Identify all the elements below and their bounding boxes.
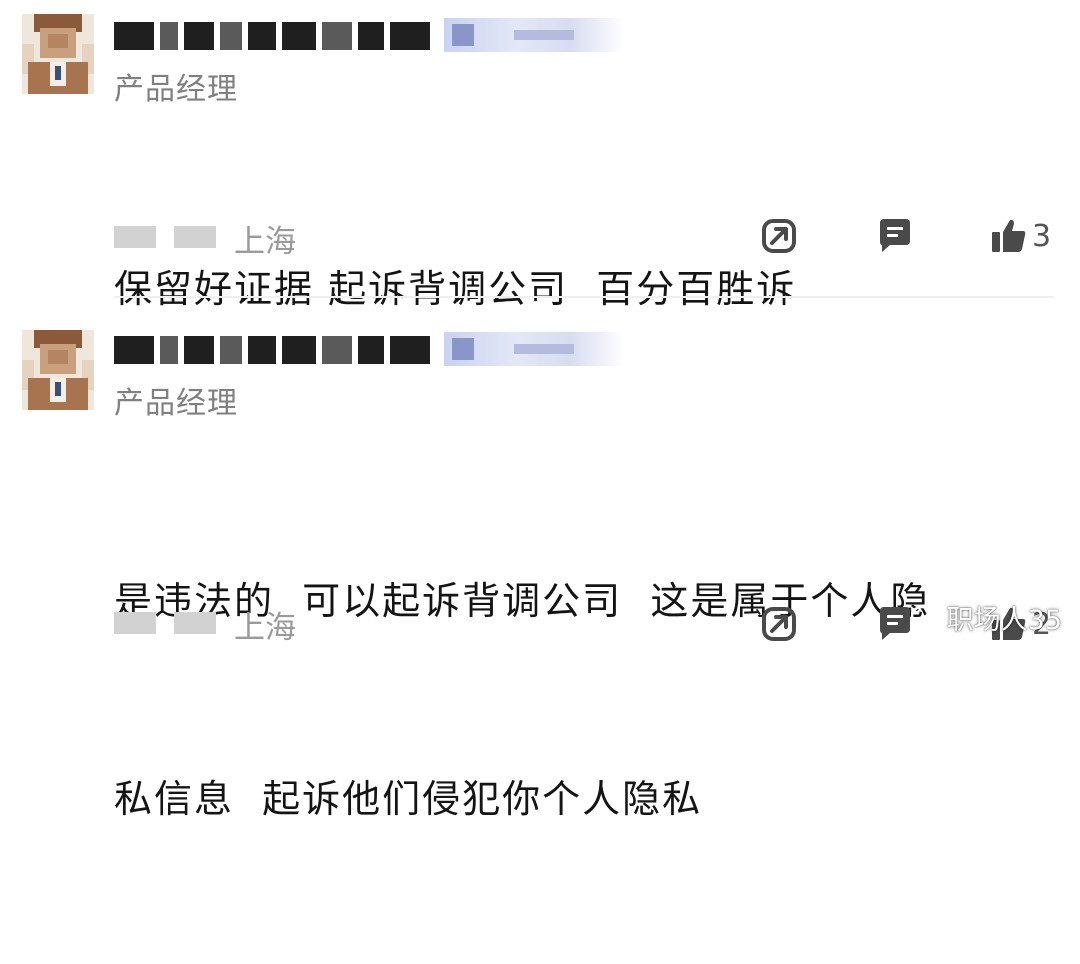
divider <box>114 296 1054 298</box>
comment-line: 私信息 起诉他们侵犯你个人隐私 <box>114 777 703 821</box>
user-badge-blurred <box>444 332 624 366</box>
like-button[interactable]: 3 <box>990 214 1051 258</box>
location-label: 上海 <box>234 610 296 646</box>
share-button[interactable] <box>760 602 798 646</box>
watermark-text: 职场人35 <box>946 605 1062 636</box>
share-icon <box>762 607 796 641</box>
comment-actions: 3 <box>760 214 1070 258</box>
comment-text: 是违法的 可以起诉背调公司 这是属于个人隐 私信息 起诉他们侵犯你个人隐私 <box>114 436 930 964</box>
comment-icon <box>880 607 910 640</box>
comment-meta: 上海 <box>114 220 434 260</box>
timestamp-blurred <box>174 612 216 634</box>
user-badge-blurred <box>444 18 624 52</box>
reply-button[interactable] <box>876 214 914 258</box>
wechat-icon <box>910 605 940 629</box>
username-blurred[interactable] <box>114 16 634 56</box>
timestamp-blurred <box>114 226 156 248</box>
watermark: 职场人35 <box>910 598 1062 637</box>
like-count: 3 <box>1032 218 1052 254</box>
comment-meta: 上海 <box>114 606 434 646</box>
avatar[interactable] <box>22 14 94 94</box>
user-role: 产品经理 <box>114 386 238 421</box>
reply-button[interactable] <box>876 602 914 646</box>
username-blurred[interactable] <box>114 330 634 370</box>
user-role: 产品经理 <box>114 72 238 107</box>
comment-line: 保留好证据 起诉背调公司 百分百胜诉 <box>114 267 797 311</box>
timestamp-blurred <box>114 612 156 634</box>
avatar[interactable] <box>22 330 94 410</box>
share-button[interactable] <box>760 214 798 258</box>
comment-icon <box>880 219 910 252</box>
thumbs-up-icon <box>992 219 1026 252</box>
location-label: 上海 <box>234 224 296 260</box>
share-icon <box>762 219 796 253</box>
timestamp-blurred <box>174 226 216 248</box>
